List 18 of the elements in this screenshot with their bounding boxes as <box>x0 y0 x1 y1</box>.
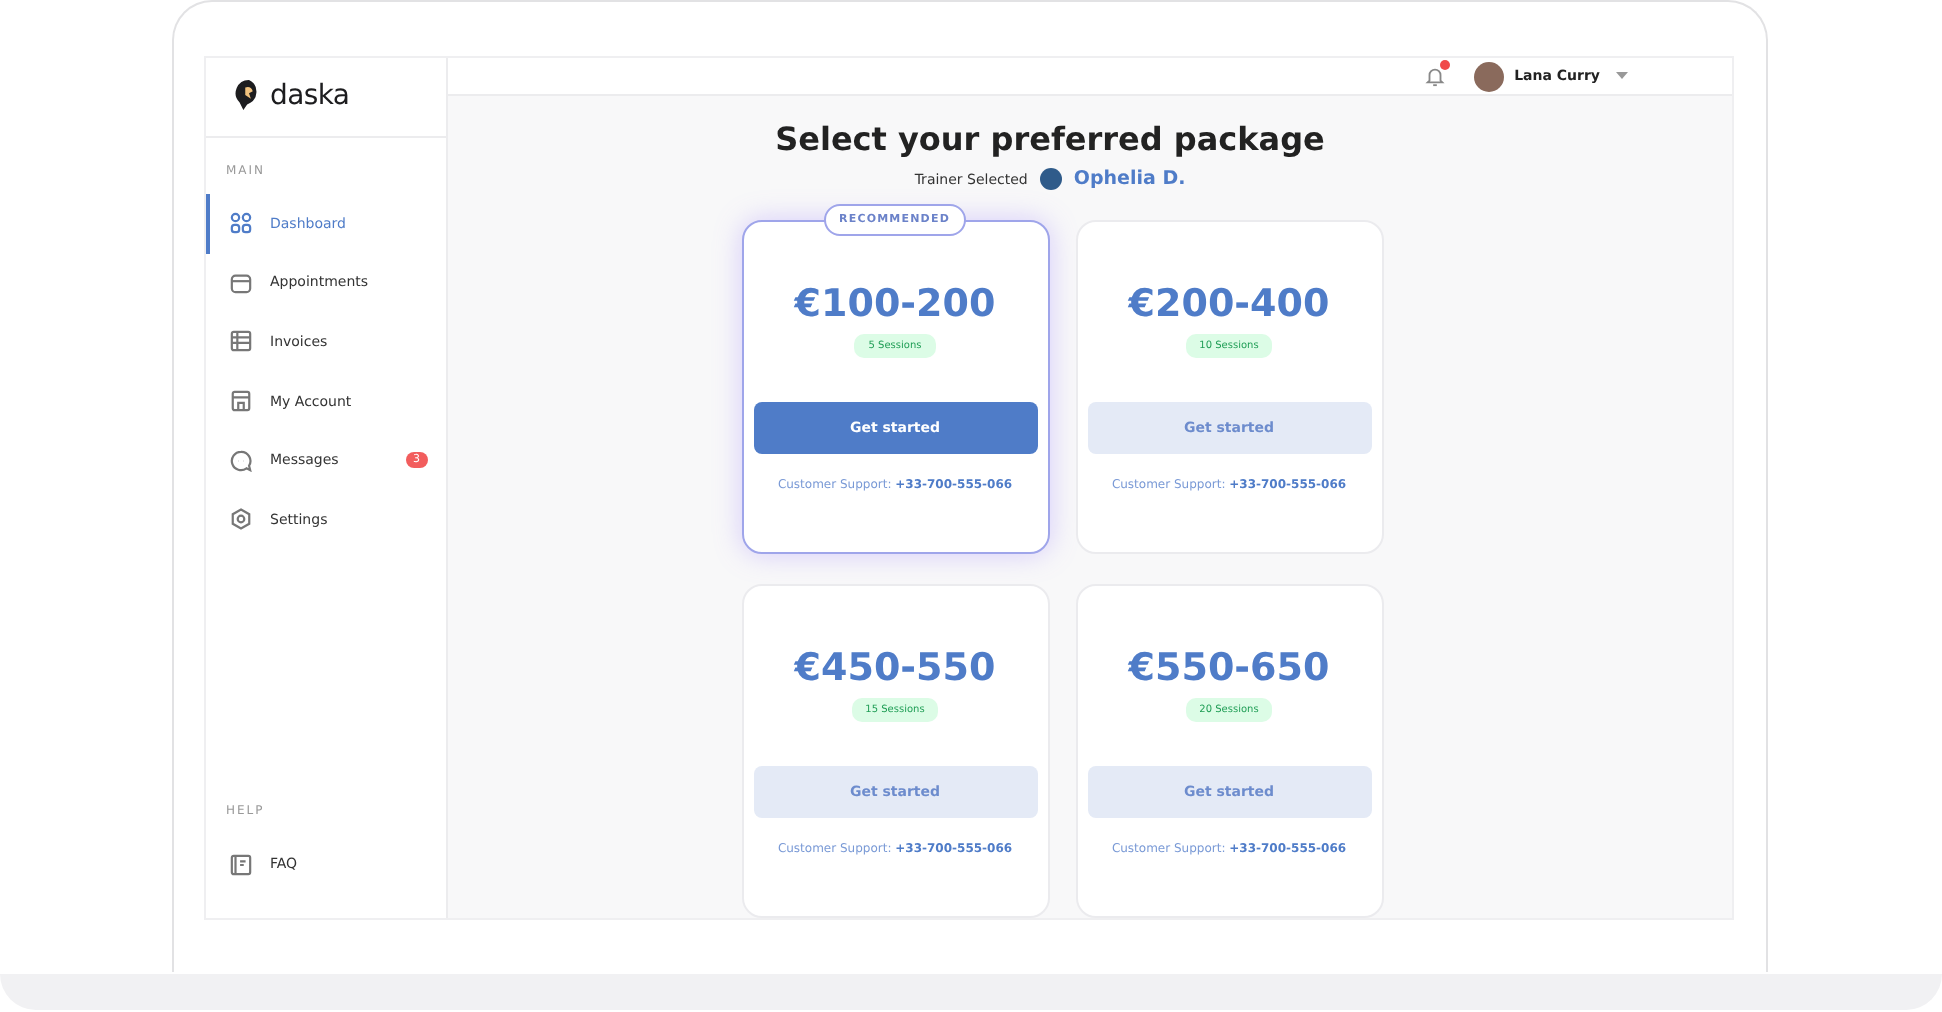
price-range: €550-650 <box>1128 646 1330 690</box>
brand-name: daska <box>270 79 350 111</box>
gear-icon <box>230 508 252 531</box>
price-range: €450-550 <box>794 646 996 690</box>
calendar-icon <box>230 271 252 294</box>
caret-icon <box>1616 72 1628 80</box>
book-icon <box>230 853 252 876</box>
table-icon <box>230 330 252 353</box>
notification-bell-icon[interactable] <box>1424 64 1447 88</box>
trainer-name[interactable]: Ophelia D. <box>1073 168 1186 190</box>
price-range: €200-400 <box>1128 282 1330 326</box>
price-range: €100-200 <box>794 282 996 326</box>
trainer-avatar <box>1039 168 1062 190</box>
grid-icon <box>230 212 252 235</box>
chat-icon <box>230 449 252 472</box>
avatar <box>1474 61 1505 91</box>
building-icon <box>230 390 252 413</box>
page-title: Select your preferred package <box>775 120 1325 158</box>
